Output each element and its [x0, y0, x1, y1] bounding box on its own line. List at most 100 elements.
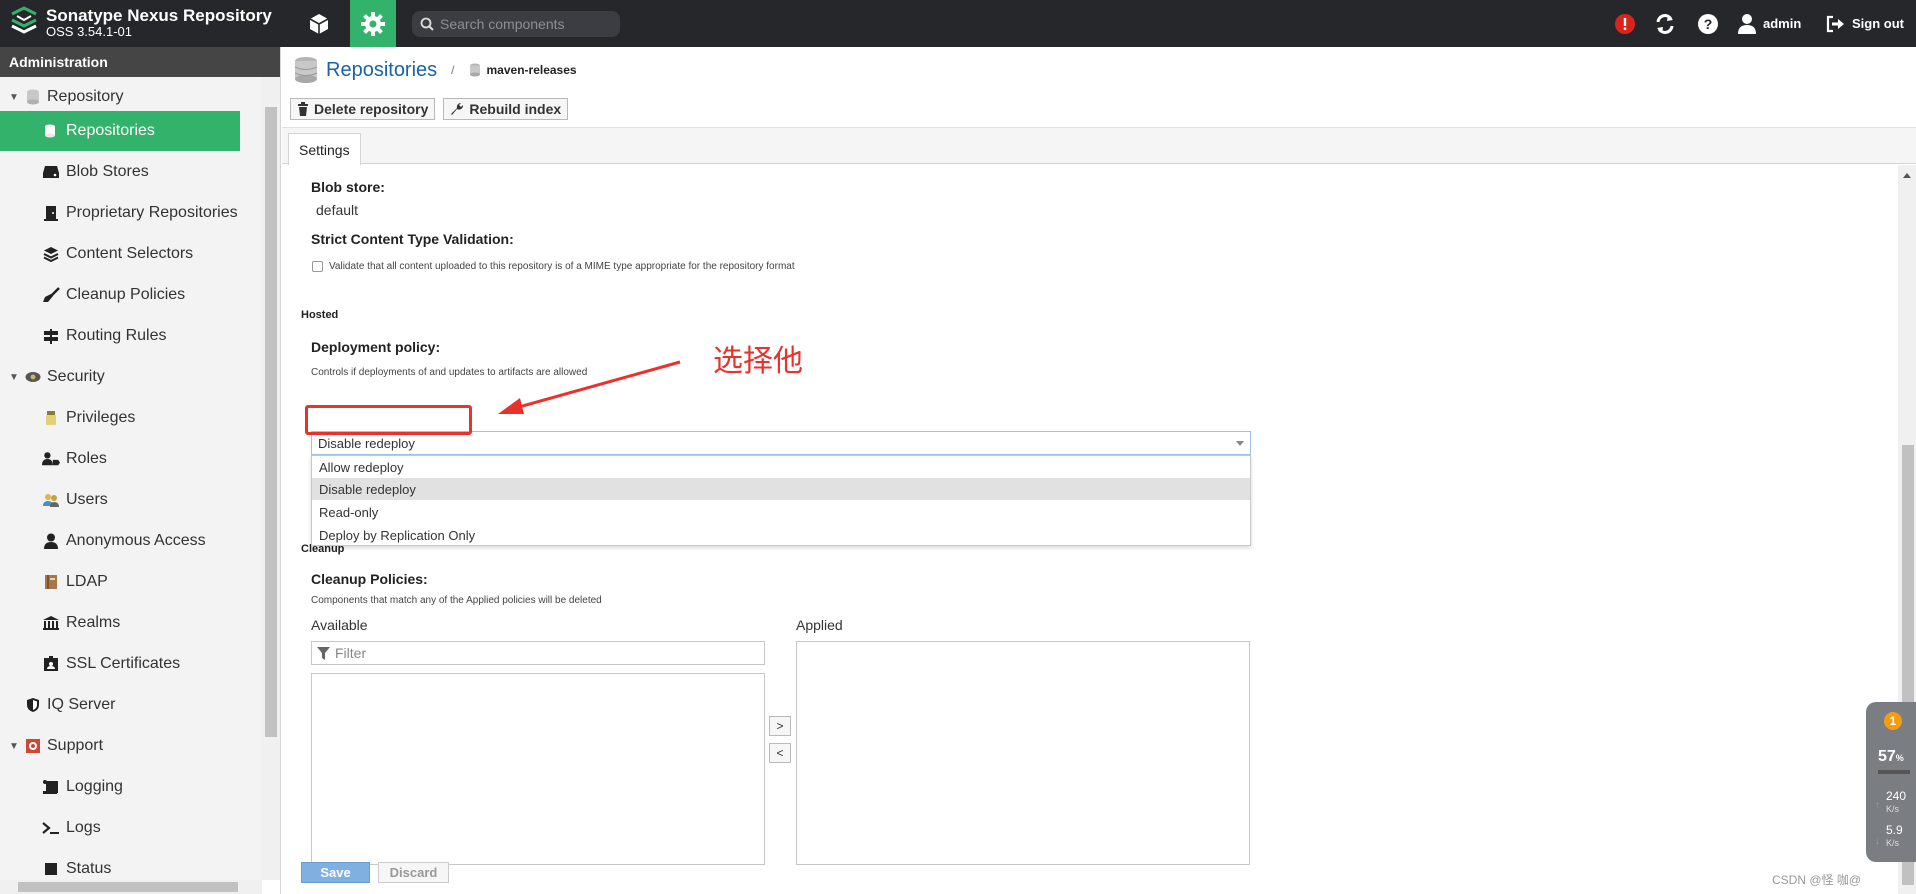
administration-button[interactable]: [350, 0, 396, 47]
chevron-down-icon[interactable]: [1236, 441, 1244, 446]
sidebar-item-privileges[interactable]: Privileges: [0, 398, 262, 438]
blob-store-value: default: [316, 202, 359, 218]
users-icon: [42, 491, 60, 509]
sidebar-item-proprietary-repositories[interactable]: Proprietary Repositories: [0, 193, 262, 233]
sidebar-item-ssl-certificates[interactable]: SSL Certificates: [0, 644, 262, 684]
alert-button[interactable]: [1614, 0, 1636, 47]
expand-arrow-icon[interactable]: ▼: [9, 372, 19, 383]
sidebar-scrollbar-thumb[interactable]: [265, 107, 277, 737]
option-deploy-by-replication[interactable]: Deploy by Replication Only: [312, 524, 1250, 546]
filter-input[interactable]: [335, 645, 735, 661]
sidebar-item-label: SSL Certificates: [66, 655, 181, 672]
signout-icon: [1826, 15, 1844, 32]
sidebar-item-label: Content Selectors: [66, 245, 194, 262]
signout-label: Sign out: [1852, 16, 1904, 31]
watermark: CSDN @怪 咖@: [1772, 873, 1862, 887]
help-button[interactable]: ?: [1697, 0, 1719, 47]
expand-arrow-icon[interactable]: ▼: [9, 741, 19, 752]
sidebar-item-label: Proprietary Repositories: [66, 204, 238, 221]
sidebar-hscrollbar-thumb[interactable]: [18, 882, 238, 892]
option-read-only[interactable]: Read-only: [312, 501, 1250, 523]
signout-button[interactable]: Sign out: [1826, 0, 1904, 47]
rebuild-index-button[interactable]: Rebuild index: [443, 98, 569, 120]
user-icon: [42, 532, 60, 550]
tabs-row: Settings: [282, 127, 1916, 165]
filter-icon: [317, 646, 330, 660]
sidebar-item-label: Repositories: [66, 122, 155, 139]
sidebar-scrollbar[interactable]: [262, 77, 280, 880]
sidebar-item-iq-server[interactable]: IQ Server: [0, 685, 262, 725]
database-icon: [469, 63, 480, 77]
sidebar-item-ldap[interactable]: LDAP: [0, 562, 262, 602]
applied-label: Applied: [796, 617, 843, 633]
sidebar-item-label: Realms: [66, 614, 121, 631]
move-left-button[interactable]: <: [769, 743, 791, 763]
user-tag-icon: [42, 450, 60, 468]
sidebar-item-users[interactable]: Users: [0, 480, 262, 520]
sidebar-item-repositories[interactable]: Repositories: [0, 111, 240, 151]
sidebar-item-content-selectors[interactable]: Content Selectors: [0, 234, 262, 274]
sidebar-item-label: Logs: [66, 819, 101, 836]
sidebar-item-status[interactable]: Status: [0, 849, 262, 880]
scroll-icon: [42, 778, 60, 796]
cleanup-policies-label: Cleanup Policies:: [311, 571, 428, 587]
sidebar-item-anonymous-access[interactable]: Anonymous Access: [0, 521, 262, 561]
sidebar-item-logging[interactable]: Logging: [0, 767, 262, 807]
sidebar-item-label: IQ Server: [47, 696, 116, 713]
top-bar: Sonatype Nexus Repository OSS 3.54.1-01: [0, 0, 1916, 47]
sidebar-item-roles[interactable]: Roles: [0, 439, 262, 479]
search-box[interactable]: [412, 11, 620, 37]
sidebar-item-logs[interactable]: Logs: [0, 808, 262, 848]
signpost-icon: [42, 327, 60, 345]
sidebar-item-blob-stores[interactable]: Blob Stores: [0, 152, 262, 192]
system-monitor-widget[interactable]: 1 57% ↑ 240 K/s ↓ 5.9 K/s: [1866, 702, 1916, 862]
breadcrumb-repositories-link[interactable]: Repositories: [326, 59, 437, 82]
refresh-button[interactable]: [1654, 0, 1676, 47]
sidebar: Administration ▼ Repository Repositories…: [0, 47, 281, 894]
scroll-up-arrow-icon[interactable]: [1903, 173, 1911, 178]
move-right-button[interactable]: >: [769, 716, 791, 736]
rebuild-index-label: Rebuild index: [469, 101, 562, 117]
strict-validation-label: Strict Content Type Validation:: [311, 231, 514, 247]
broom-icon: [42, 286, 60, 304]
discard-button[interactable]: Discard: [378, 862, 449, 883]
sidebar-hscrollbar[interactable]: [0, 880, 262, 894]
option-allow-redeploy[interactable]: Allow redeploy: [312, 456, 1250, 478]
expand-arrow-icon[interactable]: ▼: [9, 92, 19, 103]
available-list[interactable]: [311, 673, 765, 865]
alert-icon: [1615, 13, 1635, 34]
hosted-section-title: Hosted: [301, 309, 339, 321]
save-button[interactable]: Save: [301, 862, 370, 883]
sidebar-item-label: Repository: [47, 88, 124, 105]
breadcrumb-current: maven-releases: [486, 63, 577, 77]
deployment-policy-label: Deployment policy:: [311, 339, 441, 355]
app-title: Sonatype Nexus Repository: [46, 6, 272, 25]
strict-validation-checkbox[interactable]: [312, 261, 323, 272]
sidebar-item-realms[interactable]: Realms: [0, 603, 262, 643]
upload-speed: 240 K/s: [1886, 789, 1907, 814]
notification-badge: 1: [1884, 712, 1902, 730]
tab-settings[interactable]: Settings: [288, 133, 361, 165]
toolbar: Delete repository Rebuild index: [290, 98, 569, 120]
available-filter[interactable]: [311, 641, 765, 665]
user-menu[interactable]: admin: [1737, 0, 1801, 47]
sidebar-item-label: Status: [66, 860, 112, 877]
sidebar-group-support[interactable]: ▼ Support: [0, 726, 262, 766]
annotation-arrow-icon: [498, 360, 681, 414]
status-icon: [42, 860, 60, 878]
nexus-logo-icon: [11, 6, 37, 34]
breadcrumb-separator: /: [451, 63, 455, 77]
search-input[interactable]: [440, 16, 610, 32]
option-disable-redeploy[interactable]: Disable redeploy: [312, 478, 1250, 500]
sidebar-item-routing-rules[interactable]: Routing Rules: [0, 316, 262, 356]
applied-list[interactable]: [796, 641, 1250, 865]
user-name: admin: [1763, 16, 1802, 31]
cube-icon: [309, 13, 329, 34]
brand[interactable]: Sonatype Nexus Repository OSS 3.54.1-01: [10, 6, 272, 39]
sidebar-item-cleanup-policies[interactable]: Cleanup Policies: [0, 275, 262, 315]
delete-repository-button[interactable]: Delete repository: [290, 98, 436, 120]
sidebar-group-security[interactable]: ▼ Security: [0, 357, 262, 397]
terminal-icon: [42, 819, 60, 837]
layers-icon: [42, 245, 60, 263]
browse-button[interactable]: [296, 0, 342, 47]
